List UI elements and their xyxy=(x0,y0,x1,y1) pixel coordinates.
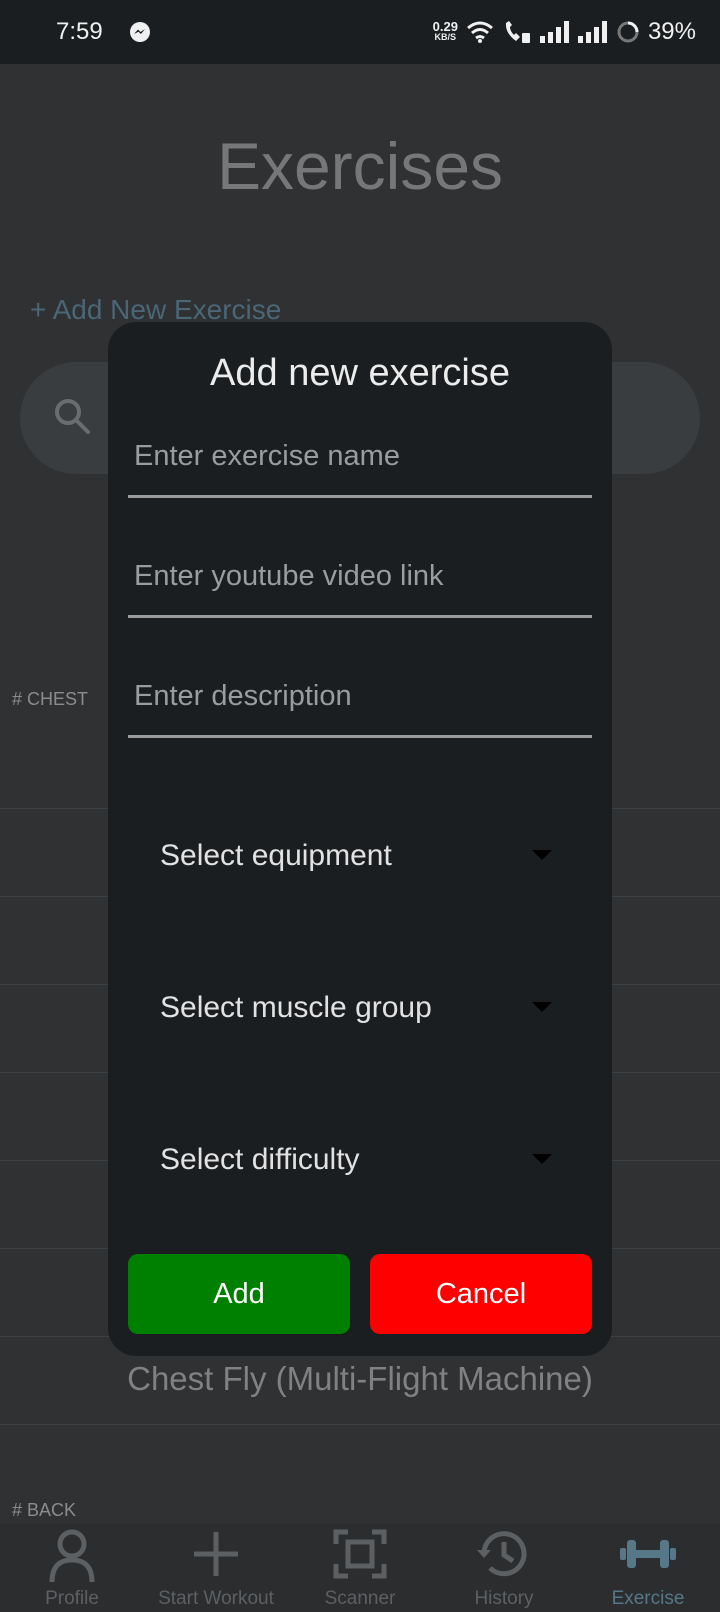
muscle-group-select[interactable]: Select muscle group xyxy=(128,958,592,1058)
dialog-title: Add new exercise xyxy=(210,352,510,394)
status-right: 0.29 KB/S 39% xyxy=(433,14,696,50)
difficulty-select-label: Select difficulty xyxy=(160,1143,360,1176)
add-button[interactable]: Add xyxy=(128,1254,350,1334)
wifi-call-icon xyxy=(505,21,530,43)
messenger-icon xyxy=(130,22,150,42)
person-icon xyxy=(49,1529,95,1583)
dropdown-arrow-icon xyxy=(532,850,552,860)
description-input[interactable] xyxy=(128,658,592,738)
net-speed-unit: KB/S xyxy=(434,32,457,42)
section-back-label: # BACK xyxy=(12,1500,77,1520)
nav-item-profile[interactable]: Profile xyxy=(0,1524,144,1612)
net-speed-value: 0.29 xyxy=(432,19,458,34)
page-title: Exercises xyxy=(216,129,504,203)
nav-item-scanner[interactable]: Scanner xyxy=(288,1524,432,1612)
status-time: 7:59 xyxy=(56,18,103,45)
signal-icon-2 xyxy=(577,21,607,43)
history-icon xyxy=(477,1531,527,1577)
exercise-name-input[interactable] xyxy=(128,418,592,498)
status-bar: 7:59 0.29 KB/S 39% xyxy=(0,0,720,64)
scanner-icon xyxy=(333,1529,387,1579)
signal-icon xyxy=(539,21,569,43)
dropdown-arrow-icon xyxy=(532,1154,552,1164)
wifi-icon xyxy=(466,21,493,43)
row-divider xyxy=(0,1424,720,1425)
bottom-navigation: Profile Start Workout Scanner History Ex… xyxy=(0,1524,720,1612)
equipment-select[interactable]: Select equipment xyxy=(128,806,592,906)
muscle-group-select-label: Select muscle group xyxy=(160,991,432,1024)
youtube-link-input[interactable] xyxy=(128,538,592,618)
equipment-select-label: Select equipment xyxy=(160,839,392,872)
battery-percent: 39% xyxy=(647,18,696,45)
search-icon xyxy=(55,399,90,434)
nav-item-start-workout[interactable]: Start Workout xyxy=(144,1524,288,1612)
nav-label-profile: Profile xyxy=(45,1588,99,1609)
nav-label-history: History xyxy=(474,1588,534,1609)
dropdown-arrow-icon xyxy=(532,1002,552,1012)
nav-label-exercise: Exercise xyxy=(611,1588,685,1609)
nav-item-history[interactable]: History xyxy=(432,1524,576,1612)
exercise-list-item[interactable]: Chest Fly (Multi-Flight Machine) xyxy=(0,1360,720,1398)
plus-icon xyxy=(194,1532,238,1576)
nav-label-scanner: Scanner xyxy=(324,1588,396,1609)
dumbbell-icon xyxy=(620,1540,676,1568)
battery-icon xyxy=(617,21,639,43)
cancel-button[interactable]: Cancel xyxy=(370,1254,592,1334)
nav-label-start-workout: Start Workout xyxy=(158,1588,274,1609)
section-chest-label: # CHEST xyxy=(12,689,89,709)
add-exercise-dialog: Add new exercise Select equipment Select… xyxy=(108,322,612,1356)
nav-item-exercise[interactable]: Exercise xyxy=(576,1524,720,1612)
network-speed: 0.29 KB/S xyxy=(432,19,458,43)
difficulty-select[interactable]: Select difficulty xyxy=(128,1110,592,1210)
